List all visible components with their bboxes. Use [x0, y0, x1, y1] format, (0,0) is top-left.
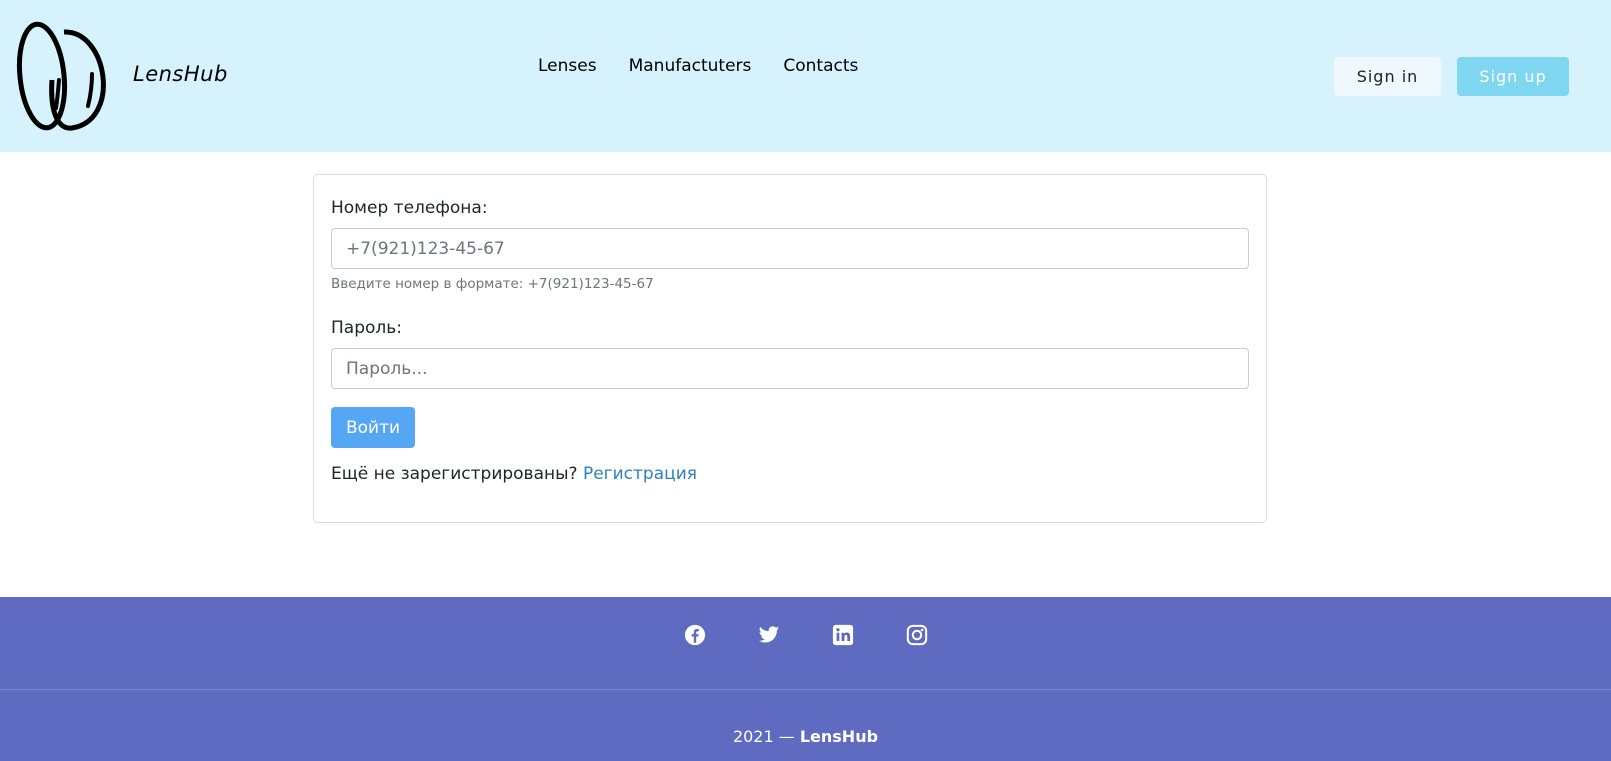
- password-input[interactable]: [331, 348, 1249, 389]
- nav-lenses[interactable]: Lenses: [522, 56, 613, 76]
- login-submit-button[interactable]: Войти: [331, 407, 415, 448]
- sign-in-button[interactable]: Sign in: [1334, 57, 1441, 96]
- password-label: Пароль:: [331, 318, 403, 338]
- phone-input[interactable]: [331, 228, 1249, 269]
- login-card: Номер телефона: Введите номер в формате:…: [313, 174, 1267, 523]
- copyright-brand: LensHub: [799, 727, 879, 746]
- facebook-link[interactable]: [684, 624, 706, 646]
- linkedin-link[interactable]: [832, 624, 854, 646]
- sign-up-button[interactable]: Sign up: [1457, 57, 1569, 96]
- footer-divider: [0, 689, 1611, 690]
- instagram-link[interactable]: [906, 624, 928, 646]
- lens-logo-icon[interactable]: [12, 20, 118, 132]
- twitter-icon: [758, 626, 779, 643]
- phone-label: Номер телефона:: [331, 198, 488, 218]
- twitter-link[interactable]: [758, 624, 780, 646]
- phone-hint: Введите номер в формате: +7(921)123-45-6…: [331, 276, 654, 292]
- register-link[interactable]: Регистрация: [583, 464, 697, 484]
- copyright-year: 2021 —: [732, 727, 795, 746]
- nav-contacts[interactable]: Contacts: [767, 56, 874, 76]
- linkedin-icon: [832, 624, 853, 646]
- main-nav: Lenses Manufactuters Contacts: [522, 56, 874, 76]
- site-header: LensHub Lenses Manufactuters Contacts Si…: [0, 0, 1611, 152]
- copyright: 2021 — LensHub: [0, 727, 1611, 746]
- brand-name[interactable]: LensHub: [133, 62, 228, 86]
- register-prompt-text: Ещё не зарегистрированы?: [331, 464, 578, 484]
- social-links: [0, 624, 1611, 646]
- instagram-icon: [906, 624, 927, 646]
- register-prompt: Ещё не зарегистрированы? Регистрация: [331, 464, 697, 484]
- nav-manufacturers[interactable]: Manufactuters: [613, 56, 768, 76]
- facebook-icon: [684, 624, 705, 646]
